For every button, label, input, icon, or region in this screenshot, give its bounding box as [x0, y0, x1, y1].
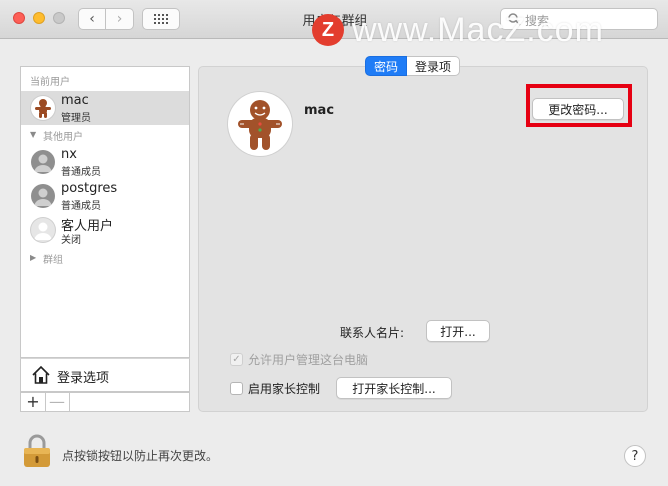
- parental-controls-checkbox[interactable]: [230, 382, 243, 395]
- user-role: 关闭: [61, 235, 81, 246]
- minimize-window-button[interactable]: [33, 12, 45, 24]
- user-list: 当前用户 mac 管理员 ▼ 其他用户 nx 普通成员 postgres 普通成…: [20, 66, 190, 358]
- user-name: postgres: [61, 181, 118, 196]
- user-avatar-icon: [31, 150, 55, 174]
- tab-login-items[interactable]: 登录项: [407, 56, 461, 76]
- allow-admin-checkbox[interactable]: ✓: [230, 353, 243, 366]
- chevron-left-icon: ‹: [89, 11, 95, 27]
- lock-hint-text: 点按锁按钮以防止再次更改。: [62, 449, 219, 463]
- groups-label: 群组: [43, 255, 63, 266]
- zoom-window-button[interactable]: [53, 12, 65, 24]
- disclosure-triangle-right-icon[interactable]: ▶: [30, 253, 36, 262]
- guest-avatar-icon: [31, 218, 55, 242]
- current-users-label: 当前用户: [30, 77, 70, 88]
- house-icon: [32, 365, 50, 384]
- lock-icon[interactable]: [22, 434, 52, 468]
- gingerbread-avatar-icon: [31, 96, 55, 120]
- other-users-label: 其他用户: [43, 132, 83, 143]
- parental-controls-label: 启用家长控制: [248, 382, 321, 396]
- login-options-label: 登录选项: [57, 371, 110, 386]
- close-window-button[interactable]: [13, 12, 25, 24]
- highlight-box: [526, 84, 632, 127]
- disclosure-triangle-down-icon[interactable]: ▼: [30, 130, 36, 139]
- login-options-item[interactable]: 登录选项: [20, 358, 190, 392]
- watermark-text: www.MacZ.com: [352, 10, 604, 49]
- user-name: mac: [61, 93, 89, 108]
- user-row-mac[interactable]: mac 管理员: [21, 91, 189, 125]
- user-row-postgres[interactable]: postgres 普通成员: [21, 179, 189, 213]
- user-row-guest[interactable]: 客人用户 关闭: [21, 213, 189, 247]
- user-avatar-icon: [31, 184, 55, 208]
- allow-admin-label: 允许用户管理这台电脑: [248, 353, 369, 367]
- add-user-button[interactable]: +: [21, 393, 46, 411]
- watermark: Z www.MacZ.com: [312, 10, 604, 50]
- back-button[interactable]: ‹: [78, 8, 106, 30]
- forward-button[interactable]: ›: [106, 8, 134, 30]
- remove-user-button[interactable]: —: [45, 393, 70, 411]
- tab-password[interactable]: 密码: [365, 56, 408, 76]
- grid-icon: [154, 14, 168, 24]
- user-picture[interactable]: [228, 92, 292, 156]
- show-all-button[interactable]: [142, 8, 180, 30]
- user-role: 普通成员: [61, 167, 101, 178]
- watermark-logo: Z: [312, 14, 344, 46]
- add-remove-bar: + —: [20, 392, 190, 412]
- user-role: 普通成员: [61, 201, 101, 212]
- open-parental-controls-button[interactable]: 打开家长控制...: [336, 377, 452, 399]
- open-contact-button[interactable]: 打开...: [426, 320, 490, 342]
- help-button[interactable]: ?: [624, 445, 646, 467]
- gingerbread-avatar-icon: [238, 100, 282, 150]
- chevron-right-icon: ›: [116, 11, 123, 27]
- contact-card-label: 联系人名片:: [340, 326, 405, 340]
- user-name: nx: [61, 147, 77, 162]
- user-role: 管理员: [61, 113, 91, 124]
- user-full-name: mac: [304, 103, 335, 118]
- tab-bar: 密码 登录项: [365, 56, 461, 78]
- user-row-nx[interactable]: nx 普通成员: [21, 145, 189, 179]
